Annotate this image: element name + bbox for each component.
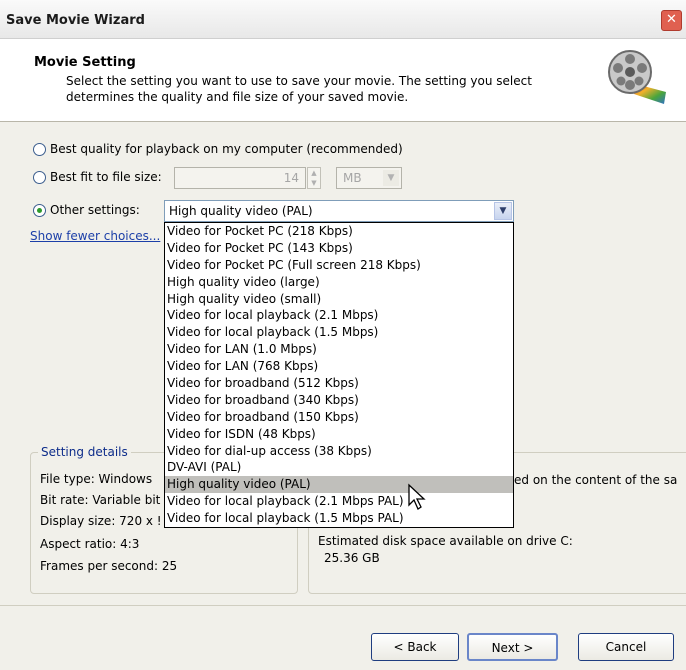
best-fit-label[interactable]: Best fit to file size: [50, 170, 162, 184]
dropdown-option[interactable]: Video for local playback (1.5 Mbps PAL) [165, 510, 513, 527]
spinner-down-icon[interactable]: ▼ [308, 178, 320, 188]
best-fit-radio[interactable] [33, 171, 46, 184]
mouse-pointer-icon [408, 483, 426, 510]
detail-display-size: Display size: 720 x ! [40, 514, 162, 528]
dropdown-option[interactable]: DV-AVI (PAL) [165, 459, 513, 476]
file-size-spinner[interactable]: ▲ ▼ [307, 167, 321, 189]
dropdown-option[interactable]: Video for Pocket PC (143 Kbps) [165, 240, 513, 257]
dropdown-option[interactable]: Video for local playback (2.1 Mbps) [165, 307, 513, 324]
dropdown-option[interactable]: High quality video (PAL) [165, 476, 513, 494]
chevron-down-icon[interactable]: ▼ [383, 170, 399, 186]
dropdown-option[interactable]: Video for ISDN (48 Kbps) [165, 426, 513, 443]
detail-fps: Frames per second: 25 [40, 559, 178, 573]
page-description-line-2: determines the quality and file size of … [66, 90, 409, 104]
title-bar: Save Movie Wizard ✕ [0, 0, 686, 39]
dropdown-option[interactable]: High quality video (small) [165, 291, 513, 308]
dropdown-option[interactable]: High quality video (large) [165, 274, 513, 291]
best-quality-radio[interactable] [33, 143, 46, 156]
file-size-unit-value: MB [343, 171, 362, 185]
other-settings-select[interactable]: High quality video (PAL) ▼ [164, 200, 514, 222]
setting-details-legend: Setting details [38, 445, 131, 459]
file-size-unit-select[interactable]: MB ▼ [336, 167, 402, 189]
other-settings-radio[interactable] [33, 204, 46, 217]
back-button[interactable]: < Back [371, 633, 459, 661]
file-size-input[interactable]: 14 [174, 167, 306, 189]
dropdown-option[interactable]: Video for dial-up access (38 Kbps) [165, 443, 513, 460]
settings-dropdown-list[interactable]: Video for Pocket PC (218 Kbps) Video for … [164, 222, 514, 528]
page-description-line-1: Select the setting you want to use to sa… [66, 74, 532, 88]
dropdown-option[interactable]: Video for broadband (150 Kbps) [165, 409, 513, 426]
window-title: Save Movie Wizard [6, 13, 145, 28]
close-button[interactable]: ✕ [661, 10, 682, 31]
best-quality-label[interactable]: Best quality for playback on my computer… [50, 142, 403, 156]
disk-space-label: Estimated disk space available on drive … [318, 534, 573, 548]
dropdown-option[interactable]: Video for LAN (768 Kbps) [165, 358, 513, 375]
detail-bit-rate: Bit rate: Variable bit [40, 493, 161, 507]
show-fewer-choices-link[interactable]: Show fewer choices... [30, 229, 160, 243]
chevron-down-icon[interactable]: ▼ [494, 202, 512, 220]
dropdown-option[interactable]: Video for Pocket PC (218 Kbps) [165, 223, 513, 240]
detail-aspect-ratio: Aspect ratio: 4:3 [40, 537, 140, 551]
footer-divider [0, 605, 686, 606]
detail-file-type: File type: Windows [40, 472, 153, 486]
film-reel-icon [608, 50, 666, 104]
dropdown-option[interactable]: Video for local playback (2.1 Mbps PAL) [165, 493, 513, 510]
spinner-up-icon[interactable]: ▲ [308, 168, 320, 178]
other-settings-value: High quality video (PAL) [169, 204, 313, 218]
other-settings-label[interactable]: Other settings: [50, 203, 140, 217]
dropdown-option[interactable]: Video for Pocket PC (Full screen 218 Kbp… [165, 257, 513, 274]
next-button[interactable]: Next > [467, 633, 558, 661]
dropdown-option[interactable]: Video for broadband (512 Kbps) [165, 375, 513, 392]
dropdown-option[interactable]: Video for local playback (1.5 Mbps) [165, 324, 513, 341]
page-description: Select the setting you want to use to sa… [66, 73, 586, 105]
cancel-button[interactable]: Cancel [578, 633, 674, 661]
dropdown-option[interactable]: Video for LAN (1.0 Mbps) [165, 341, 513, 358]
page-title: Movie Setting [34, 55, 136, 70]
dropdown-option[interactable]: Video for broadband (340 Kbps) [165, 392, 513, 409]
file-size-note: ed on the content of the sa [514, 473, 678, 487]
disk-space-value: 25.36 GB [324, 551, 380, 565]
